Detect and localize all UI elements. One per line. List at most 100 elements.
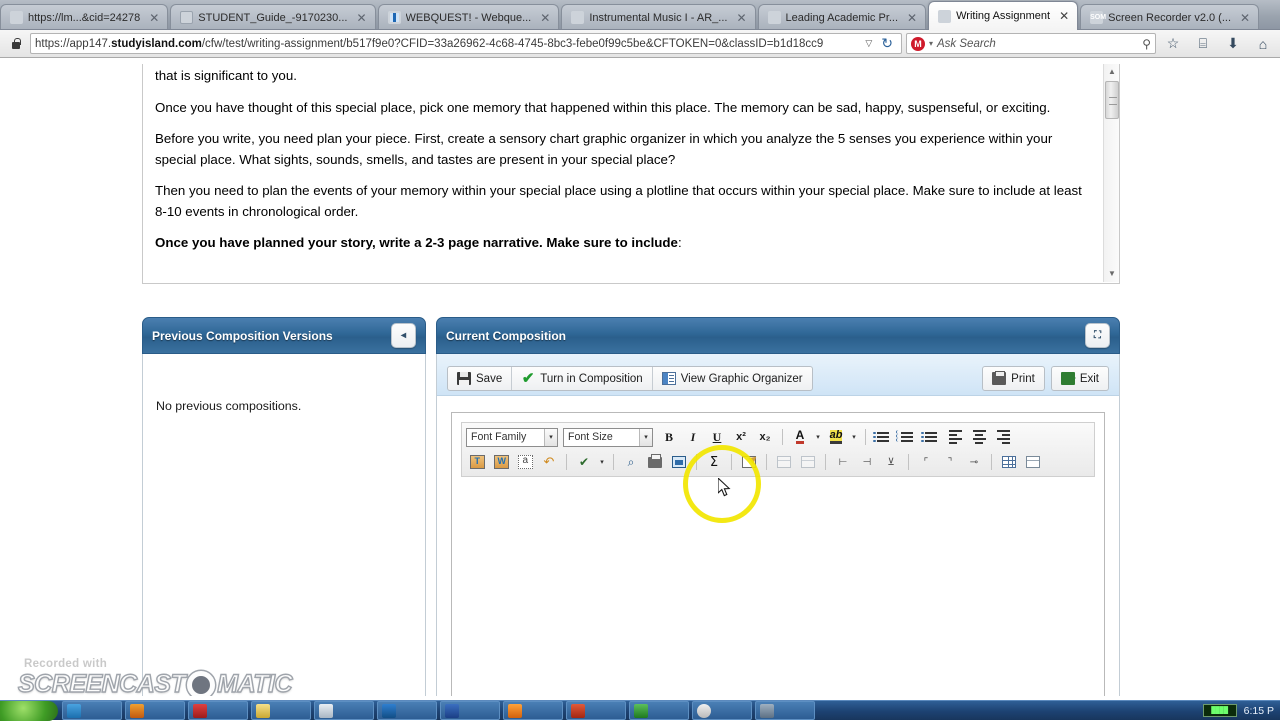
font-color-dropdown-icon[interactable]: ▾ bbox=[813, 433, 823, 441]
tab-close-icon[interactable]: ✕ bbox=[736, 12, 746, 24]
home-icon[interactable]: ⌂ bbox=[1250, 36, 1276, 52]
tab-close-icon[interactable]: ✕ bbox=[149, 12, 159, 24]
insert-column-before-button[interactable]: ⌜ bbox=[915, 452, 937, 473]
numbered-list-button[interactable] bbox=[896, 427, 918, 448]
tab-close-icon[interactable]: ✕ bbox=[907, 12, 917, 24]
highlight-color-button[interactable]: ab bbox=[825, 427, 847, 448]
font-size-select[interactable]: Font Size ▾ bbox=[563, 427, 653, 447]
reload-icon[interactable]: ↻ bbox=[877, 35, 897, 52]
browser-tab-1[interactable]: STUDENT_Guide_-9170230... ✕ bbox=[170, 4, 376, 30]
taskbar-item[interactable] bbox=[503, 701, 563, 720]
superscript-button[interactable]: x² bbox=[730, 427, 752, 448]
scroll-down-icon[interactable]: ▼ bbox=[1104, 266, 1119, 282]
taskbar-item[interactable] bbox=[188, 701, 248, 720]
delete-column-button[interactable]: ⊸ bbox=[963, 452, 985, 473]
table-properties-button[interactable] bbox=[1022, 452, 1044, 473]
tab-close-icon[interactable]: ✕ bbox=[1240, 12, 1250, 24]
insert-symbol-button[interactable]: Σ bbox=[703, 452, 725, 473]
bookmark-star-icon[interactable]: ☆ bbox=[1160, 35, 1186, 52]
italic-button[interactable]: I bbox=[682, 427, 704, 448]
chevron-down-icon[interactable]: ▽ bbox=[860, 38, 877, 49]
taskbar-item[interactable] bbox=[629, 701, 689, 720]
bold-button[interactable]: B bbox=[658, 427, 680, 448]
taskbar-app-icon bbox=[697, 704, 711, 718]
taskbar-item[interactable] bbox=[125, 701, 185, 720]
font-color-button[interactable]: A bbox=[789, 427, 811, 448]
scrollbar-thumb[interactable] bbox=[1105, 81, 1119, 119]
turn-in-composition-button[interactable]: ✔ Turn in Composition bbox=[512, 367, 653, 390]
exit-button[interactable]: Exit bbox=[1052, 367, 1108, 390]
taskbar-item[interactable] bbox=[440, 701, 500, 720]
chevron-down-icon[interactable]: ▾ bbox=[929, 39, 933, 48]
insert-row-after-button[interactable]: ⊣ bbox=[856, 452, 878, 473]
align-right-button[interactable] bbox=[992, 427, 1014, 448]
search-input[interactable]: M ▾ Ask Search ⚲ bbox=[906, 33, 1156, 54]
toolbar-separator bbox=[731, 454, 732, 470]
bullet-list-button[interactable] bbox=[872, 427, 894, 448]
browser-tab-0[interactable]: https://lm...&cid=24278 ✕ bbox=[0, 4, 169, 30]
tray-monitor-icon[interactable]: ████ bbox=[1202, 704, 1237, 717]
search-engine-icon[interactable]: M bbox=[911, 36, 925, 51]
paste-from-word-button[interactable] bbox=[490, 452, 512, 473]
browser-tab-4[interactable]: Leading Academic Pr... ✕ bbox=[757, 4, 927, 30]
align-left-button[interactable] bbox=[944, 427, 966, 448]
downloads-icon[interactable]: ⬇ bbox=[1220, 35, 1246, 52]
browser-tab-2[interactable]: WEBQUEST! - Webque... ✕ bbox=[377, 4, 560, 30]
subscript-button[interactable]: x₂ bbox=[754, 427, 776, 448]
address-bar[interactable]: https://app147.studyisland.com/cfw/test/… bbox=[30, 33, 902, 54]
scroll-up-icon[interactable]: ▲ bbox=[1104, 64, 1119, 80]
paste-as-text-button[interactable] bbox=[466, 452, 488, 473]
fullscreen-button[interactable] bbox=[668, 452, 690, 473]
tray-clock[interactable]: 6:15 P bbox=[1244, 705, 1274, 717]
insert-row-before-button[interactable]: ⊢ bbox=[832, 452, 854, 473]
print-button[interactable] bbox=[644, 452, 666, 473]
insert-table-button[interactable] bbox=[998, 452, 1020, 473]
taskbar-item[interactable] bbox=[566, 701, 626, 720]
prompt-scrollbar[interactable]: ▲ ▼ bbox=[1103, 64, 1119, 282]
font-family-select[interactable]: Font Family ▾ bbox=[466, 427, 558, 447]
spellcheck-dropdown-icon[interactable]: ▾ bbox=[597, 458, 607, 466]
chevron-down-icon[interactable]: ▾ bbox=[544, 428, 557, 446]
tab-close-icon[interactable]: ✕ bbox=[540, 12, 550, 24]
browser-tab-6[interactable]: SOM Screen Recorder v2.0 (... ✕ bbox=[1080, 4, 1260, 30]
insert-page-break-button[interactable] bbox=[797, 452, 819, 473]
browser-tab-active-writing-assignment[interactable]: Writing Assignment ✕ bbox=[928, 1, 1079, 30]
remove-formatting-button[interactable] bbox=[514, 452, 536, 473]
taskbar-item[interactable] bbox=[251, 701, 311, 720]
browser-tab-3[interactable]: Instrumental Music I - AR_... ✕ bbox=[561, 4, 756, 30]
taskbar-item[interactable] bbox=[314, 701, 374, 720]
save-label: Save bbox=[476, 372, 503, 385]
view-graphic-organizer-button[interactable]: View Graphic Organizer bbox=[653, 367, 812, 390]
taskbar-item[interactable] bbox=[692, 701, 752, 720]
start-button[interactable] bbox=[0, 700, 58, 721]
edit-source-button[interactable] bbox=[738, 452, 760, 473]
graphic-organizer-icon bbox=[661, 372, 676, 385]
tab-title: https://lm...&cid=24278 bbox=[28, 11, 141, 24]
taskbar-item[interactable] bbox=[62, 701, 122, 720]
indent-button[interactable] bbox=[920, 427, 942, 448]
highlight-color-dropdown-icon[interactable]: ▾ bbox=[849, 433, 859, 441]
watermark-recorded-with: Recorded with bbox=[24, 658, 108, 670]
undo-button[interactable]: ↶ bbox=[538, 452, 560, 473]
insert-horizontal-rule-button[interactable] bbox=[773, 452, 795, 473]
spellcheck-button[interactable]: ✔ bbox=[573, 452, 595, 473]
insert-column-before-icon: ⌜ bbox=[923, 456, 929, 468]
find-replace-button[interactable]: ⌕ bbox=[620, 452, 642, 473]
edit-source-icon bbox=[742, 456, 756, 468]
taskbar-item[interactable] bbox=[755, 701, 815, 720]
print-button[interactable]: Print bbox=[983, 367, 1044, 390]
search-icon[interactable]: ⚲ bbox=[1142, 37, 1151, 51]
align-center-button[interactable] bbox=[968, 427, 990, 448]
reading-list-icon[interactable]: ⌸ bbox=[1190, 35, 1216, 52]
tab-close-icon[interactable]: ✕ bbox=[356, 12, 366, 24]
insert-column-after-button[interactable]: ⌝ bbox=[939, 452, 961, 473]
delete-row-button[interactable]: ⊻ bbox=[880, 452, 902, 473]
save-button[interactable]: Save bbox=[448, 367, 513, 390]
underline-button[interactable]: U bbox=[706, 427, 728, 448]
chevron-down-icon[interactable]: ▾ bbox=[639, 428, 652, 446]
taskbar-item[interactable] bbox=[377, 701, 437, 720]
expand-panel-button[interactable]: ⛶ bbox=[1085, 323, 1110, 348]
collapse-panel-button[interactable]: ◂ bbox=[391, 323, 416, 348]
tab-close-icon[interactable]: ✕ bbox=[1059, 10, 1069, 22]
composition-textarea[interactable] bbox=[461, 483, 1095, 668]
